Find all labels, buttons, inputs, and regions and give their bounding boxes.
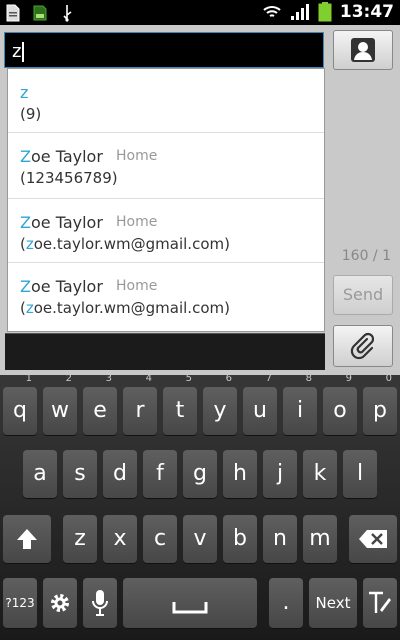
microphone-icon <box>92 590 108 616</box>
key-r[interactable]: 4r <box>123 373 157 435</box>
char-counter: 160 / 1 <box>341 248 391 264</box>
text-cursor <box>22 42 25 62</box>
backspace-key[interactable] <box>349 515 397 563</box>
key-n[interactable]: n <box>263 515 297 563</box>
compose-screen: z z (9) Zoe Taylor Home (123456789) Zoe … <box>0 25 400 375</box>
suggestion-name: z <box>20 83 29 102</box>
space-key[interactable] <box>123 578 257 628</box>
status-right: 13:47 <box>262 2 394 22</box>
text-style-key[interactable] <box>363 578 397 628</box>
settings-key[interactable] <box>43 578 77 628</box>
key-v[interactable]: v <box>183 515 217 563</box>
key-i[interactable]: 8i <box>283 373 317 435</box>
wifi-icon <box>263 6 281 17</box>
contacts-button[interactable] <box>333 30 393 70</box>
file-icon <box>6 4 20 22</box>
battery-icon <box>318 2 332 22</box>
clock: 13:47 <box>339 2 394 22</box>
status-bar: 13:47 <box>0 0 400 25</box>
suggestion-name: Zoe Taylor <box>20 147 103 166</box>
suggestion-name: Zoe Taylor <box>20 277 103 296</box>
key-t[interactable]: 5t <box>163 373 197 435</box>
suggestion-item[interactable]: Zoe Taylor Home (123456789) <box>8 133 324 199</box>
attach-button[interactable] <box>333 325 393 367</box>
key-b[interactable]: b <box>223 515 257 563</box>
key-z[interactable]: z <box>63 515 97 563</box>
key-a[interactable]: a <box>23 450 57 498</box>
suggestion-detail: (zoe.taylor.wm@gmail.com) <box>20 299 230 317</box>
sd-card-icon <box>33 5 47 21</box>
key-j[interactable]: j <box>263 450 297 498</box>
suggestion-type: Home <box>116 214 158 230</box>
key-o[interactable]: 9o <box>323 373 357 435</box>
key-w[interactable]: 2w <box>43 373 77 435</box>
recipient-text: z <box>12 41 25 62</box>
key-h[interactable]: h <box>223 450 257 498</box>
key-c[interactable]: c <box>143 515 177 563</box>
keyboard: 1q 2w 3e 4r 5t 6y 7u 8i 9o 0p a s d f g … <box>0 373 400 640</box>
text-format-icon <box>369 591 391 613</box>
contact-icon <box>351 38 375 62</box>
suggestion-detail: (9) <box>20 105 42 123</box>
next-key[interactable]: Next <box>309 578 357 628</box>
voice-key[interactable] <box>83 578 117 628</box>
key-p[interactable]: 0p <box>363 373 397 435</box>
status-left <box>6 4 74 22</box>
suggestion-type: Home <box>116 148 158 164</box>
key-l[interactable]: l <box>343 450 377 498</box>
key-g[interactable]: g <box>183 450 217 498</box>
suggestion-name: Zoe Taylor <box>20 213 103 232</box>
period-key[interactable]: . <box>269 578 303 628</box>
space-icon <box>172 602 208 614</box>
key-u[interactable]: 7u <box>243 373 277 435</box>
key-e[interactable]: 3e <box>83 373 117 435</box>
suggestion-type: Home <box>116 278 158 294</box>
suggestion-item[interactable]: z (9) <box>8 69 324 133</box>
backspace-icon <box>359 530 387 548</box>
recipient-input[interactable]: z <box>4 32 324 68</box>
key-x[interactable]: x <box>103 515 137 563</box>
key-s[interactable]: s <box>63 450 97 498</box>
contact-suggestions: z (9) Zoe Taylor Home (123456789) Zoe Ta… <box>7 68 325 332</box>
send-button[interactable]: Send <box>333 275 393 315</box>
key-q[interactable]: 1q <box>3 373 37 435</box>
suggestion-item[interactable]: Zoe Taylor Home (zoe.taylor.wm@gmail.com… <box>8 263 324 327</box>
key-y[interactable]: 6y <box>203 373 237 435</box>
shift-key[interactable] <box>3 515 51 563</box>
key-d[interactable]: d <box>103 450 137 498</box>
symbols-key[interactable]: ?123 <box>3 578 37 628</box>
gear-icon <box>51 594 69 612</box>
suggestion-detail: (123456789) <box>20 169 118 187</box>
key-k[interactable]: k <box>303 450 337 498</box>
key-m[interactable]: m <box>303 515 337 563</box>
suggestion-item[interactable]: Zoe Taylor Home (zoe.taylor.wm@gmail.com… <box>8 199 324 263</box>
paperclip-icon <box>350 332 375 360</box>
suggestion-detail: (zoe.taylor.wm@gmail.com) <box>20 235 230 253</box>
signal-icon <box>290 4 309 20</box>
message-input[interactable] <box>5 333 325 370</box>
shift-icon <box>17 529 37 549</box>
usb-icon <box>63 5 72 22</box>
key-f[interactable]: f <box>143 450 177 498</box>
